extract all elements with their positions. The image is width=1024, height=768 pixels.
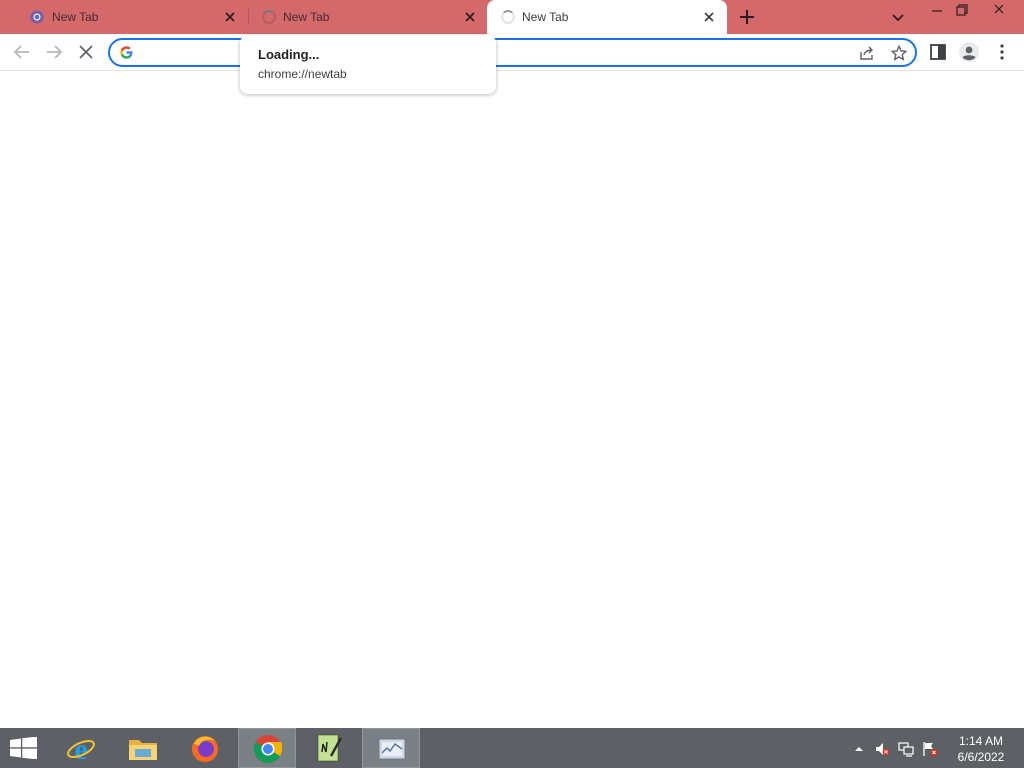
windows-taskbar: e 1:14 AM 6/6/2022: [0, 728, 1024, 768]
chrome-taskbar-button[interactable]: [238, 728, 296, 768]
tab-strip: New Tab New Tab New Tab: [0, 0, 1024, 34]
close-tab-icon[interactable]: [462, 9, 478, 25]
close-tab-icon[interactable]: [222, 9, 238, 25]
tab-title: New Tab: [52, 10, 99, 24]
google-icon: [119, 45, 134, 60]
tab-search-chevron-icon[interactable]: [889, 8, 907, 26]
address-bar[interactable]: [108, 38, 917, 67]
close-tab-icon[interactable]: [701, 9, 717, 25]
tab-title: New Tab: [283, 10, 330, 24]
loading-spinner-icon: [262, 10, 276, 24]
notepad-plus-icon: [317, 734, 343, 762]
more-menu-icon[interactable]: [990, 40, 1014, 64]
hover-card-title: Loading...: [258, 47, 320, 62]
firefox-icon: [192, 736, 218, 762]
tab-3-active[interactable]: New Tab: [487, 0, 727, 34]
chrome-favicon-icon: [30, 10, 44, 24]
browser-toolbar: [0, 34, 1024, 71]
volume-muted-icon[interactable]: [874, 741, 890, 757]
action-center-flag-icon[interactable]: [922, 741, 938, 757]
internet-explorer-taskbar-button[interactable]: e: [52, 728, 110, 768]
side-panel-icon[interactable]: [926, 40, 950, 64]
hover-card-url: chrome://newtab: [258, 67, 347, 81]
stop-loading-button[interactable]: [74, 40, 98, 64]
loading-spinner-icon: [501, 10, 515, 24]
share-icon[interactable]: [858, 44, 876, 62]
firefox-taskbar-button[interactable]: [176, 728, 234, 768]
restore-window-button[interactable]: [946, 0, 978, 22]
system-clock[interactable]: 1:14 AM 6/6/2022: [946, 733, 1016, 765]
profile-avatar-icon[interactable]: [957, 40, 981, 64]
tab-hover-card: Loading... chrome://newtab: [240, 35, 496, 94]
forward-button[interactable]: [42, 40, 66, 64]
task-manager-icon: [378, 738, 406, 760]
new-tab-button[interactable]: [736, 6, 758, 28]
clock-date: 6/6/2022: [957, 750, 1005, 764]
bookmark-star-icon[interactable]: [890, 44, 908, 62]
notepad-plus-taskbar-button[interactable]: [300, 728, 358, 768]
internet-explorer-icon: e: [67, 733, 95, 764]
tab-title: New Tab: [522, 10, 569, 24]
back-button[interactable]: [10, 40, 34, 64]
network-icon[interactable]: [898, 741, 914, 757]
tab-2[interactable]: New Tab: [248, 0, 488, 34]
start-button[interactable]: [0, 728, 48, 768]
tab-1[interactable]: New Tab: [8, 0, 248, 34]
svg-text:e: e: [74, 733, 87, 764]
file-explorer-taskbar-button[interactable]: [114, 728, 172, 768]
close-window-button[interactable]: [986, 0, 1018, 22]
clock-time: 1:14 AM: [958, 734, 1004, 748]
chrome-icon: [254, 735, 283, 763]
task-manager-taskbar-button[interactable]: [362, 728, 420, 768]
show-hidden-icons-icon[interactable]: [851, 741, 867, 757]
folder-icon: [129, 740, 157, 760]
